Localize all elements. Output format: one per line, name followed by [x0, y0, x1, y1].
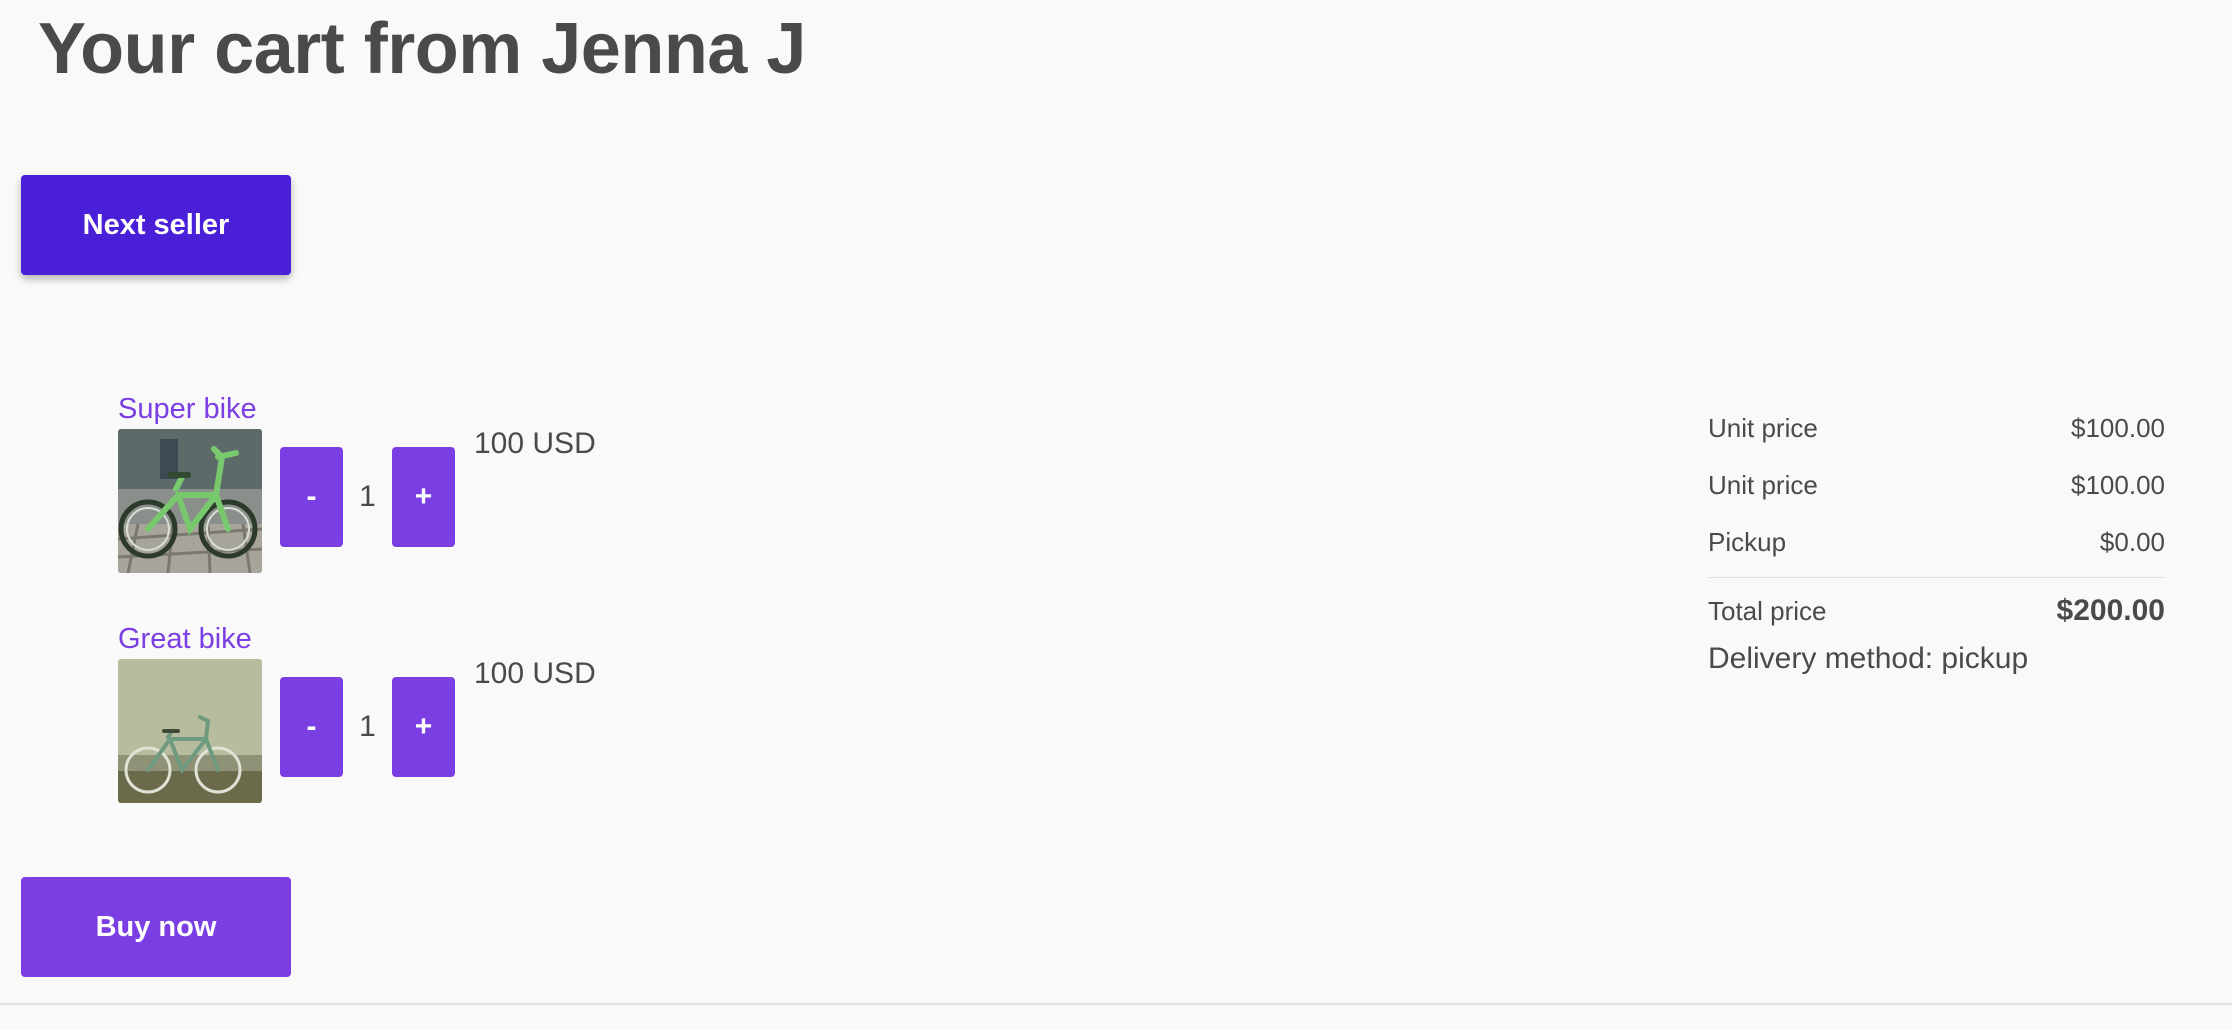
summary-line-label: Pickup — [1708, 527, 1787, 557]
summary-line-value: $100.00 — [2071, 413, 2165, 443]
summary-total: Total price $200.00 — [1708, 582, 2165, 640]
summary-line-label: Unit price — [1708, 470, 1818, 500]
increase-quantity-button[interactable]: + — [392, 447, 455, 547]
summary-line: Pickup $0.00 — [1708, 514, 2165, 571]
decrease-quantity-button[interactable]: - — [280, 677, 343, 777]
delivery-method: Delivery method: pickup — [1708, 642, 2029, 675]
summary-line-value: $0.00 — [2099, 527, 2165, 557]
bicycle-against-wall-photo-icon — [118, 659, 262, 803]
next-seller-button[interactable]: Next seller — [21, 175, 291, 275]
bottom-divider — [0, 1003, 2232, 1005]
decrease-quantity-button[interactable]: - — [280, 447, 343, 547]
green-bicycle-photo-icon — [118, 429, 262, 573]
summary-line-label: Unit price — [1708, 413, 1818, 443]
increase-quantity-button[interactable]: + — [392, 677, 455, 777]
item-title-link[interactable]: Great bike — [118, 623, 252, 656]
item-price: 100 USD — [474, 657, 596, 690]
summary-line: Unit price $100.00 — [1708, 457, 2165, 514]
summary-line: Unit price $100.00 — [1708, 400, 2165, 457]
cart-item: Great bike - 1 + 100 USD — [118, 623, 718, 833]
summary-line-value: $100.00 — [2071, 470, 2165, 500]
item-image[interactable] — [118, 429, 262, 573]
quantity-value: 1 — [359, 480, 376, 513]
quantity-value: 1 — [359, 710, 376, 743]
page-title: Your cart from Jenna J — [38, 9, 806, 89]
buy-now-button[interactable]: Buy now — [21, 877, 291, 977]
item-image[interactable] — [118, 659, 262, 803]
order-summary: Unit price $100.00 Unit price $100.00 Pi… — [1708, 400, 2165, 676]
item-title-link[interactable]: Super bike — [118, 393, 257, 426]
cart-item: Super bike - 1 + 100 USD — [118, 393, 718, 603]
summary-divider — [1708, 577, 2165, 578]
total-label: Total price — [1708, 595, 1827, 626]
item-price: 100 USD — [474, 427, 596, 460]
total-value: $200.00 — [2056, 594, 2165, 627]
